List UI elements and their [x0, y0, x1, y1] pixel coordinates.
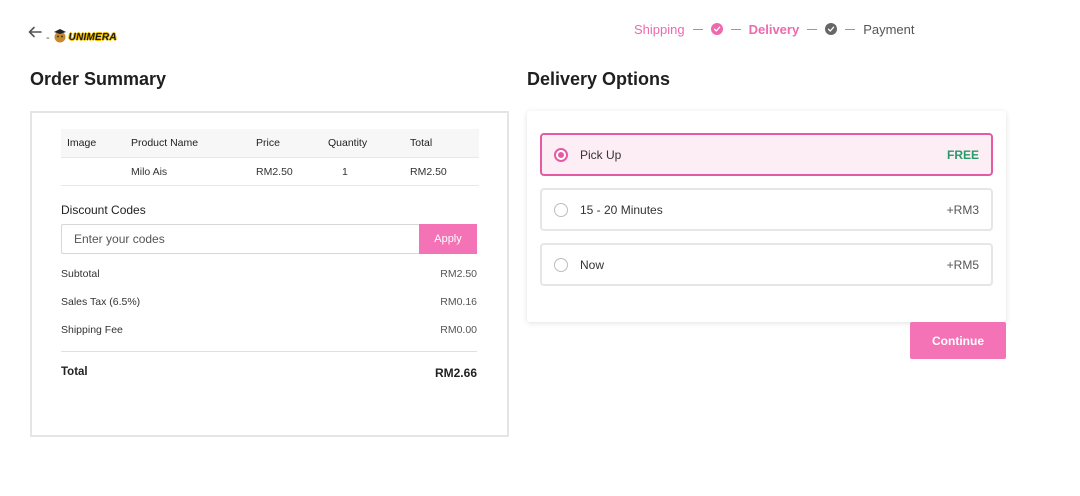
- sales-tax-value: RM0.16: [440, 296, 477, 308]
- delivery-option-price: +RM3: [946, 202, 979, 217]
- back-arrow-icon[interactable]: [27, 24, 43, 40]
- col-image: Image: [67, 137, 97, 149]
- col-total: Total: [410, 137, 433, 149]
- sales-tax-row: Sales Tax (6.5%) RM0.16: [61, 296, 477, 308]
- apply-button[interactable]: Apply: [419, 224, 477, 254]
- check-circle-icon: [825, 23, 838, 35]
- step-delivery[interactable]: Delivery: [749, 22, 800, 37]
- logo-separator: -: [46, 32, 50, 44]
- order-summary-title: Order Summary: [30, 69, 167, 89]
- order-table: Image Product Name Price Quantity Total …: [61, 129, 479, 186]
- delivery-option-now[interactable]: Now +RM5: [540, 243, 993, 286]
- subtotal-value: RM2.50: [440, 268, 477, 280]
- continue-button[interactable]: Continue: [910, 322, 1006, 359]
- table-header: Image Product Name Price Quantity Total: [61, 129, 479, 158]
- radio-unselected-icon[interactable]: [554, 257, 568, 272]
- shipping-fee-value: RM0.00: [440, 324, 477, 336]
- checkout-stepper: Shipping Delivery Payment: [634, 20, 915, 38]
- product-name: Milo Ais: [131, 165, 168, 178]
- col-product-name: Product Name: [131, 137, 199, 149]
- total-value: RM2.66: [434, 366, 477, 380]
- delivery-option-label: Now: [580, 257, 605, 272]
- step-divider: [807, 28, 818, 30]
- radio-selected-icon[interactable]: [554, 147, 568, 162]
- col-price: Price: [256, 137, 280, 149]
- delivery-option-price: +RM5: [946, 257, 979, 272]
- step-divider: [730, 28, 741, 30]
- subtotal-label: Subtotal: [61, 268, 100, 280]
- mascot-icon: [52, 27, 68, 43]
- brand-logo[interactable]: - UNIMERA: [46, 24, 117, 46]
- step-divider: [845, 28, 856, 30]
- sales-tax-label: Sales Tax (6.5%): [61, 296, 141, 308]
- product-price: RM2.50: [256, 165, 293, 178]
- order-summary-card: Image Product Name Price Quantity Total …: [30, 111, 509, 437]
- step-divider: [692, 28, 703, 30]
- step-payment[interactable]: Payment: [863, 22, 914, 37]
- shipping-fee-row: Shipping Fee RM0.00: [61, 324, 477, 336]
- delivery-options-card: Pick Up FREE 15 - 20 Minutes +RM3 Now +R…: [527, 111, 1006, 322]
- table-row: Milo Ais RM2.50 1 RM2.50: [61, 158, 479, 186]
- step-shipping[interactable]: Shipping: [634, 22, 685, 37]
- check-circle-icon: [710, 23, 723, 35]
- delivery-option-price: FREE: [946, 147, 979, 162]
- radio-unselected-icon[interactable]: [554, 202, 568, 217]
- delivery-option-label: Pick Up: [580, 147, 622, 162]
- product-quantity: 1: [342, 165, 348, 178]
- discount-codes-label: Discount Codes: [61, 203, 146, 217]
- delivery-option-pickup[interactable]: Pick Up FREE: [540, 133, 993, 176]
- product-total: RM2.50: [410, 165, 447, 178]
- summary-divider: [61, 351, 477, 352]
- delivery-option-15-20-minutes[interactable]: 15 - 20 Minutes +RM3: [540, 188, 993, 231]
- subtotal-row: Subtotal RM2.50: [61, 268, 477, 280]
- delivery-option-label: 15 - 20 Minutes: [580, 202, 663, 217]
- shipping-fee-label: Shipping Fee: [61, 324, 123, 336]
- col-quantity: Quantity: [328, 137, 368, 149]
- logo-wordmark: UNIMERA: [68, 32, 117, 43]
- delivery-options-title: Delivery Options: [527, 69, 671, 89]
- total-row: Total RM2.66: [61, 366, 477, 380]
- discount-code-input[interactable]: [61, 224, 419, 254]
- total-label: Total: [61, 366, 88, 378]
